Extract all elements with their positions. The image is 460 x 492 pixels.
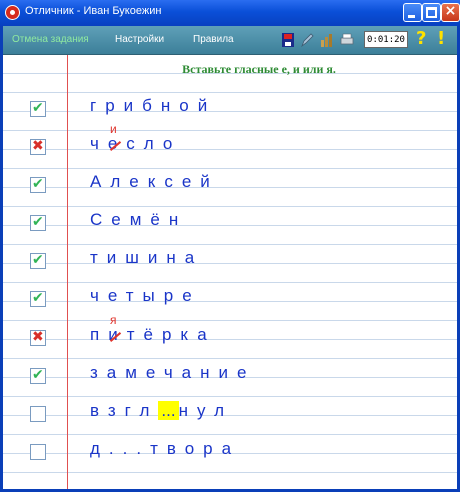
exercise-row: грибной [3,96,457,128]
exercise-sheet: Вставьте гласные е, и или я. грибной чес… [3,55,457,489]
rules-menu[interactable]: Правила [193,34,234,45]
checkbox-empty[interactable] [30,406,46,422]
app-window: Отличник - Иван Букоежин × Отмена задани… [0,0,460,492]
checkbox-correct[interactable] [30,214,46,231]
help-icon[interactable]: ? [416,28,426,49]
checkbox-correct[interactable] [30,176,46,193]
word-prefix: взгл [90,401,159,420]
warning-icon[interactable]: ! [437,28,445,49]
exercise-word: четыре [90,286,201,305]
exercise-word: Семён [90,210,188,229]
exercise-row: взгл... нул [3,401,457,433]
close-button[interactable]: × [441,3,460,22]
exercise-row: д...твора [3,439,457,471]
exercise-row: Алексей [3,172,457,204]
maximize-icon [426,7,437,18]
toolbar: Отмена задания Настройки Правила 0:01:20… [3,26,457,55]
task-instruction: Вставьте гласные е, и или я. [182,62,336,76]
maximize-button[interactable] [422,3,441,22]
exercise-word: питёрка [90,325,216,344]
title-bar[interactable]: Отличник - Иван Букоежин × [0,0,460,26]
blank-input[interactable]: ... [158,401,179,420]
correction-hint: и [110,122,117,136]
word-suffix: нул [178,401,233,420]
exercise-word: чесло [90,134,182,153]
cancel-task-menu[interactable]: Отмена задания [12,34,89,45]
exercise-row: чесло и [3,122,457,166]
exercise-row: тишина [3,248,457,280]
exercise-word: замечание [90,363,256,382]
checkbox-correct[interactable] [30,367,46,384]
minimize-icon [408,15,415,18]
correction-hint: я [110,313,117,327]
exercise-row: Семён [3,210,457,242]
exercise-word: грибной [90,96,217,115]
checkbox-empty[interactable] [30,444,46,460]
close-icon: × [444,3,457,19]
exercise-row: замечание [3,363,457,395]
checkbox-wrong[interactable] [30,329,46,346]
pencil-icon[interactable] [300,32,314,48]
stats-icon[interactable] [320,32,334,48]
minimize-button[interactable] [403,3,422,22]
settings-menu[interactable]: Настройки [115,34,164,45]
timer-display: 0:01:20 [364,31,408,48]
exercise-word: д...твора [90,439,241,458]
checkbox-correct[interactable] [30,290,46,307]
save-icon[interactable] [281,32,295,48]
exercise-row: питёрка я [3,313,457,357]
app-icon [5,5,20,20]
checkbox-correct[interactable] [30,252,46,269]
checkbox-wrong[interactable] [30,138,46,155]
exercise-word: тишина [90,248,204,267]
exercise-row: четыре [3,286,457,318]
exercise-word: Алексей [90,172,219,191]
window-title: Отличник - Иван Букоежин [25,5,162,17]
print-icon[interactable] [340,32,354,48]
checkbox-correct[interactable] [30,100,46,117]
exercise-word: взгл... нул [90,401,233,421]
